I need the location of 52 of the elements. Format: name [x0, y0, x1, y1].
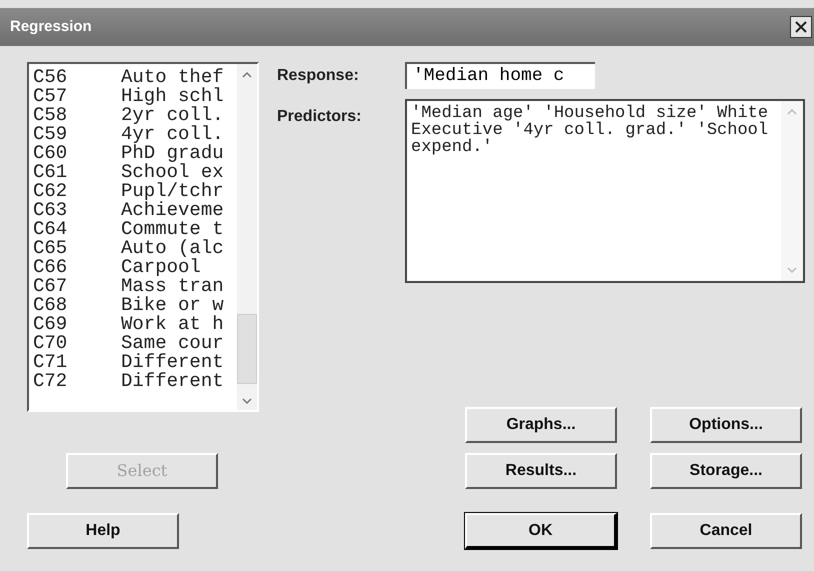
dialog-button[interactable]: Help — [27, 513, 179, 549]
column-name[interactable]: 4yr coll. — [121, 125, 224, 144]
column-id[interactable]: C56 — [33, 68, 121, 87]
column-name[interactable]: Mass tran — [121, 277, 224, 296]
column-name[interactable]: Achieveme — [121, 201, 224, 220]
window-title: Regression — [10, 16, 92, 37]
column-name[interactable]: Auto (alc — [121, 239, 224, 258]
column-id[interactable]: C71 — [33, 353, 121, 372]
column-id[interactable]: C70 — [33, 334, 121, 353]
response-label: Response: — [277, 66, 360, 86]
predictors-field[interactable]: 'Median age' 'Household size' White Executive '4yr coll. grad.' 'School expend.' — [405, 99, 805, 283]
column-id[interactable]: C63 — [33, 201, 121, 220]
column-name[interactable]: Different — [121, 353, 224, 372]
predictors-label: Predictors: — [277, 107, 362, 127]
column-id[interactable]: C67 — [33, 277, 121, 296]
variable-list[interactable] — [27, 62, 259, 412]
dialog-button[interactable]: Cancel — [650, 513, 802, 549]
dialog-button[interactable]: OK — [465, 513, 617, 549]
scrollbar[interactable] — [781, 101, 803, 281]
scrollbar[interactable] — [237, 64, 257, 410]
column-name[interactable]: 2yr coll. — [121, 106, 224, 125]
column-name[interactable]: High schl — [121, 87, 224, 106]
column-id[interactable]: C69 — [33, 315, 121, 334]
column-name[interactable]: Bike or w — [121, 296, 224, 315]
column-id[interactable]: C68 — [33, 296, 121, 315]
dialog-button[interactable]: Results... — [465, 453, 617, 489]
column-id[interactable]: C61 — [33, 163, 121, 182]
column-name[interactable]: Auto thef — [121, 68, 224, 87]
column-name[interactable]: Work at h — [121, 315, 224, 334]
response-field[interactable]: 'Median home c — [405, 62, 595, 89]
close-button[interactable] — [790, 16, 812, 38]
close-icon — [794, 20, 808, 34]
column-name[interactable]: Carpool — [121, 258, 201, 277]
column-id[interactable]: C62 — [33, 182, 121, 201]
column-name[interactable]: PhD gradu — [121, 144, 224, 163]
column-name[interactable]: School ex — [121, 163, 224, 182]
column-id[interactable]: C65 — [33, 239, 121, 258]
dialog-button[interactable]: Storage... — [650, 453, 802, 489]
column-id[interactable]: C58 — [33, 106, 121, 125]
column-id[interactable]: C60 — [33, 144, 121, 163]
column-id[interactable]: C59 — [33, 125, 121, 144]
dialog-button[interactable]: Options... — [650, 407, 802, 443]
column-name[interactable]: Different — [121, 372, 224, 391]
dialog-button[interactable]: Graphs... — [465, 407, 617, 443]
column-name[interactable]: Pupl/tchr — [121, 182, 224, 201]
column-id[interactable]: C66 — [33, 258, 121, 277]
column-name[interactable]: Same cour — [121, 334, 224, 353]
column-id[interactable]: C64 — [33, 220, 121, 239]
column-id[interactable]: C72 — [33, 372, 121, 391]
column-id[interactable]: C57 — [33, 87, 121, 106]
scroll-thumb[interactable] — [237, 314, 257, 384]
column-name[interactable]: Commute t — [121, 220, 224, 239]
